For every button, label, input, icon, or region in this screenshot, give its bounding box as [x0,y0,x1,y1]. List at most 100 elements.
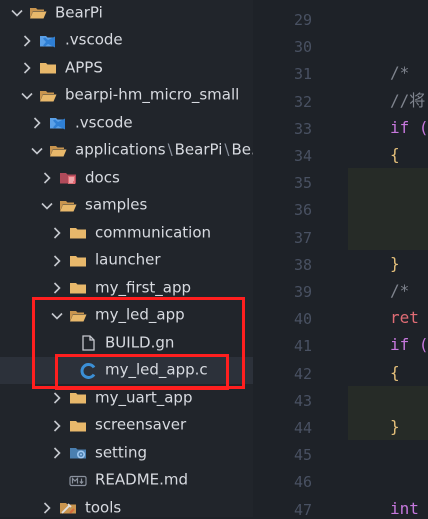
folder-icon [69,418,87,434]
file-explorer: BearPi .vscode APPS bearpi-hm_micro_small .v… [0,0,253,517]
explorer-item-18[interactable]: tools [0,494,253,517]
folder-icon [69,225,87,241]
chevron-right-icon[interactable] [49,225,65,241]
chevron-right-icon[interactable] [49,418,65,434]
explorer-item-6[interactable]: docs [0,164,253,192]
line-number: 39 [293,283,312,301]
path-separator: \ [224,140,230,159]
explorer-item-13[interactable]: my_led_app.c [0,356,253,384]
explorer-item-9[interactable]: launcher [0,247,253,275]
code-editor[interactable]: /* //将 if ({} /* ret if ({} int [348,0,428,517]
explorer-item-7[interactable]: samples [0,192,253,220]
explorer-item-1[interactable]: .vscode [0,27,253,55]
explorer-item-label: applications\BearPi\Be... [75,140,253,159]
path-segment: BearPi [174,140,223,159]
explorer-item-label: my_first_app [95,278,192,297]
explorer-item-16[interactable]: setting [0,439,253,467]
markdown-file-icon [69,473,87,489]
line-number: 45 [293,446,312,465]
path-segment: Be... [231,140,253,159]
chevron-right-icon[interactable] [49,280,65,296]
explorer-item-4[interactable]: .vscode [0,109,253,137]
chevron-right-icon[interactable] [39,170,55,186]
code-line: if ( [390,117,428,137]
vscode-folder-icon [49,115,67,131]
settings-folder-icon [69,445,87,461]
explorer-item-label: APPS [65,58,103,77]
code-line: //将 [390,90,426,110]
explorer-item-15[interactable]: screensaver [0,412,253,440]
line-number: 41 [293,337,312,356]
folder-open-icon [49,143,67,159]
chevron-right-icon[interactable] [19,33,35,49]
line-number: 31 [293,65,312,84]
explorer-item-label: bearpi-hm_micro_small [65,85,240,104]
line-number: 42 [293,364,312,383]
code-line: if ( [390,335,428,355]
explorer-item-10[interactable]: my_first_app [0,274,253,302]
chevron-right-icon[interactable] [49,253,65,269]
code-line: /* [390,63,419,83]
explorer-item-5[interactable]: applications\BearPi\Be... [0,137,253,165]
explorer-item-label: communication [95,223,212,242]
folder-open-icon [59,198,77,214]
code-line: ret [390,308,419,328]
folder-icon [69,390,87,406]
chevron-right-icon[interactable] [39,500,55,516]
folder-open-icon [29,5,47,21]
chevron-down-icon[interactable] [9,5,25,21]
explorer-item-label: my_led_app [95,305,185,324]
explorer-item-label: BUILD.gn [105,333,175,352]
code-line: int [390,498,419,517]
chevron-right-icon[interactable] [49,445,65,461]
chevron-down-icon[interactable] [19,88,35,104]
folder-icon [69,253,87,269]
vscode-folder-icon [39,33,57,49]
explorer-item-2[interactable]: APPS [0,54,253,82]
code-line: { [390,145,400,164]
explorer-item-label: tools [85,498,122,517]
line-number: 43 [293,391,312,410]
line-number: 35 [293,174,312,193]
folder-icon [69,280,87,296]
explorer-item-label: my_led_app.c [105,360,208,379]
explorer-item-14[interactable]: my_uart_app [0,384,253,412]
chevron-down-icon[interactable] [39,198,55,214]
line-number: 30 [293,38,312,57]
c-file-icon [79,362,97,379]
line-number-gutter: 29 30 31 32 33 34 35 36 37 38 39 40 41 42 43 44 45 46 47 [253,0,348,517]
line-number: 44 [293,419,312,437]
explorer-item-8[interactable]: communication [0,219,253,247]
explorer-item-label: setting [95,443,148,462]
explorer-item-11[interactable]: my_led_app [0,302,253,330]
chevron-down-icon[interactable] [49,308,65,324]
line-number: 40 [293,310,312,329]
chevron-right-icon[interactable] [49,390,65,406]
chevron-down-icon[interactable] [29,143,45,159]
code-block-background [348,385,428,441]
folder-open-icon [39,88,57,104]
code-line: } [390,253,400,273]
path-segment: applications [75,140,166,159]
line-number: 36 [293,201,312,220]
line-number: 29 [293,11,312,29]
chevron-right-icon[interactable] [29,115,45,131]
code-block-background [348,168,428,250]
code-line: /* [390,281,419,300]
explorer-item-17[interactable]: README.md [0,467,253,495]
line-number: 46 [293,473,312,492]
file-icon [79,335,97,351]
explorer-item-3[interactable]: bearpi-hm_micro_small [0,82,253,110]
chevron-right-icon[interactable] [19,60,35,76]
explorer-item-label: docs [85,168,120,187]
explorer-item-12[interactable]: BUILD.gn [0,329,253,357]
path-separator: \ [167,140,173,159]
explorer-item-label: screensaver [95,415,187,434]
explorer-item-label: launcher [95,250,161,269]
explorer-item-0[interactable]: BearPi [0,0,253,27]
line-number: 38 [293,255,312,274]
line-number: 33 [293,119,312,138]
docs-folder-icon [59,170,77,186]
explorer-item-label: BearPi [55,3,103,22]
explorer-item-label: README.md [95,470,189,489]
